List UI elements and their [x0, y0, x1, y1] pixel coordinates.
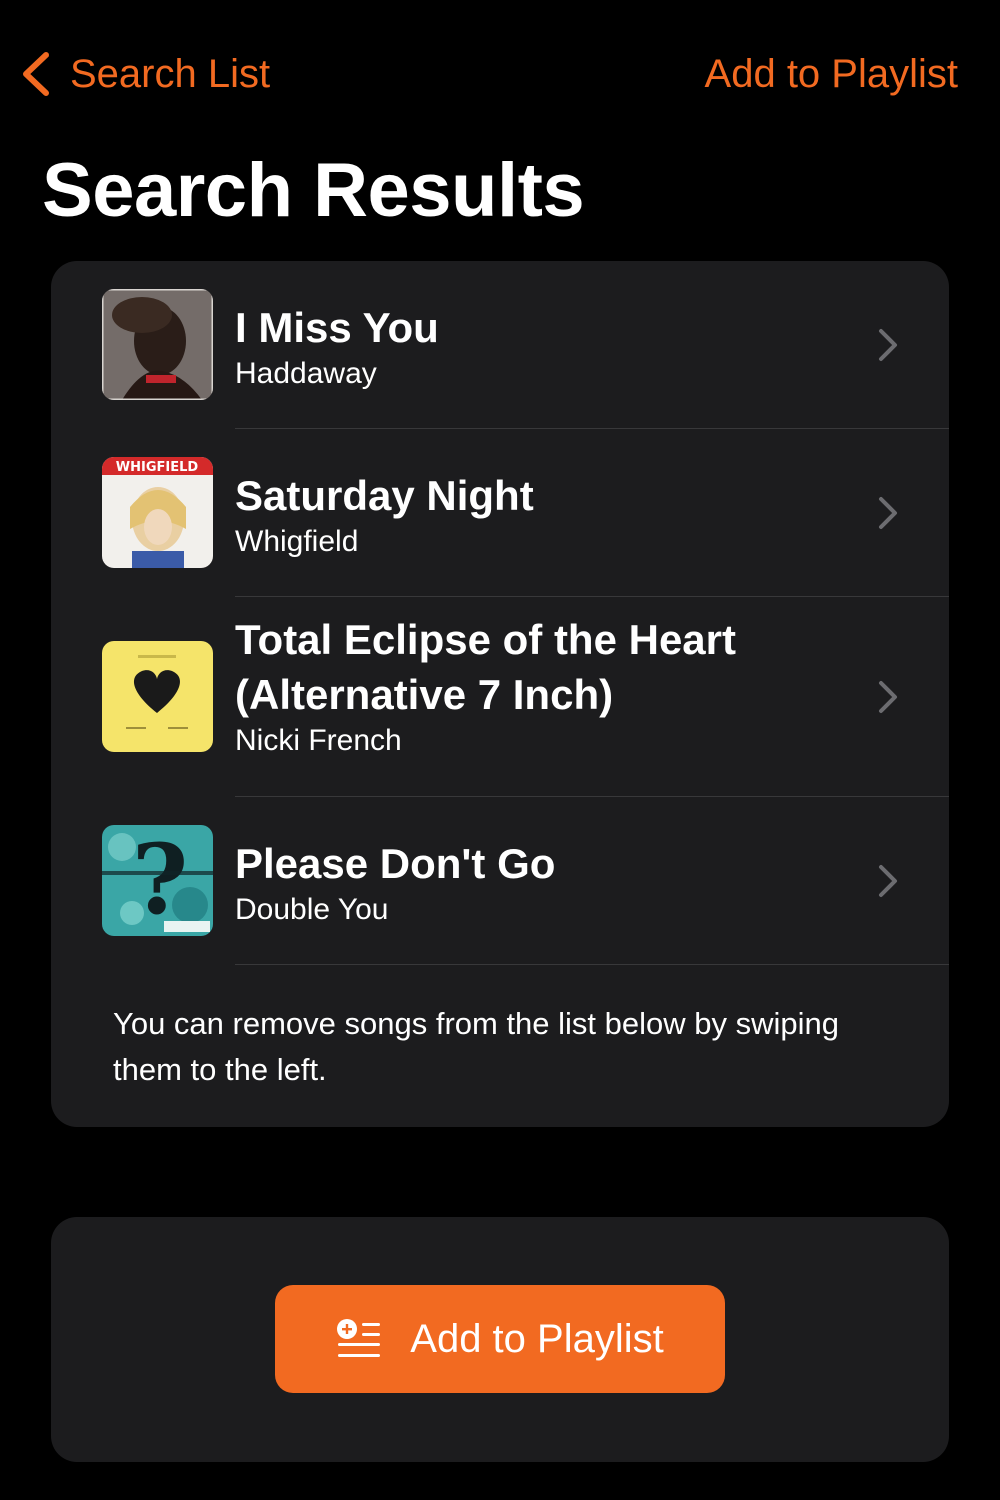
song-title: I Miss You	[235, 304, 439, 351]
song-title-line-1: Total Eclipse of the Heart	[235, 616, 736, 663]
navigation-bar: Search List Add to Playlist	[0, 0, 1000, 140]
album-art-whigfield-text: WHIGFIELD	[116, 460, 199, 475]
album-art-haddaway	[102, 289, 213, 400]
list-item[interactable]: ? Please Don't Go Double You	[51, 797, 949, 965]
chevron-right-icon	[877, 495, 899, 531]
song-title: Saturday Night	[235, 472, 534, 519]
list-item[interactable]: I Miss You Haddaway	[51, 261, 949, 429]
song-info: Total Eclipse of the Heart (Alternative …	[235, 612, 835, 760]
back-button[interactable]: Search List	[20, 48, 270, 100]
album-art-question-mark: ?	[102, 825, 213, 936]
back-button-label: Search List	[70, 52, 271, 96]
search-results-list: I Miss You Haddaway WHIGFIELD Saturday N…	[51, 261, 949, 1127]
action-card: Add to Playlist	[51, 1217, 949, 1462]
add-to-list-icon	[337, 1319, 381, 1357]
chevron-left-icon	[23, 52, 49, 96]
song-artist: Haddaway	[235, 357, 377, 390]
song-artist: Whigfield	[235, 525, 359, 558]
song-title-line-2: (Alternative 7 Inch)	[235, 671, 614, 718]
song-artist: Nicki French	[235, 724, 402, 757]
svg-text:?: ?	[132, 825, 188, 936]
album-art-whigfield: WHIGFIELD	[102, 457, 213, 568]
list-item[interactable]: Total Eclipse of the Heart (Alternative …	[51, 597, 949, 797]
chevron-right-icon	[877, 863, 899, 899]
add-to-playlist-nav-button[interactable]: Add to Playlist	[705, 48, 958, 100]
album-art-heart	[102, 641, 213, 752]
song-info: Please Don't Go Double You	[235, 836, 835, 929]
chevron-right-icon	[877, 679, 899, 715]
swipe-hint-text: You can remove songs from the list below…	[113, 1006, 840, 1087]
list-item[interactable]: WHIGFIELD Saturday Night Whigfield	[51, 429, 949, 597]
chevron-right-icon	[877, 327, 899, 363]
song-artist: Double You	[235, 893, 389, 926]
row-separator	[235, 964, 949, 965]
add-to-playlist-button-label: Add to Playlist	[410, 1317, 664, 1361]
song-info: Saturday Night Whigfield	[235, 468, 835, 561]
page-title: Search Results	[42, 148, 585, 233]
song-title: Please Don't Go	[235, 840, 556, 887]
add-to-playlist-button[interactable]: Add to Playlist	[275, 1285, 725, 1393]
song-info: I Miss You Haddaway	[235, 300, 835, 393]
